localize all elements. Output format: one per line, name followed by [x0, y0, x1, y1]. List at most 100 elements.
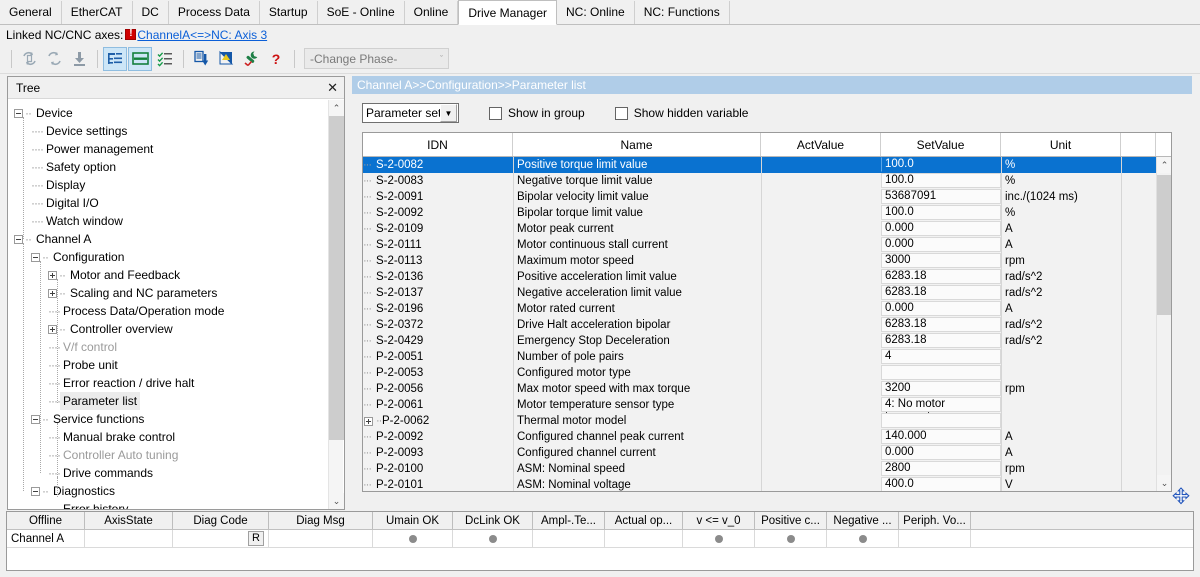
cell-setvalue[interactable]: 0.000	[881, 237, 1001, 253]
cell-setvalue[interactable]: 6283.18	[881, 333, 1001, 349]
collapse-icon[interactable]	[14, 108, 23, 118]
download-icon[interactable]	[67, 47, 91, 71]
table-row[interactable]: ··· P-2-0053 Configured motor type	[363, 365, 1171, 381]
cell-setvalue[interactable]	[881, 413, 1001, 429]
cell-setvalue[interactable]: 100.0	[881, 173, 1001, 189]
status-column-header[interactable]: Umain OK	[373, 512, 453, 529]
setvalue-input[interactable]: 400.0	[881, 477, 1001, 491]
status-column-header[interactable]: Positive c...	[755, 512, 827, 529]
cell-setvalue[interactable]: 100.0	[881, 157, 1001, 173]
tree-item-service-functions[interactable]: ·· Service functions	[14, 410, 344, 428]
status-column-header[interactable]: Ampl-.Te...	[533, 512, 605, 529]
table-row[interactable]: ··· S-2-0082 Positive torque limit value 10…	[363, 157, 1171, 173]
setvalue-input[interactable]: 100.0	[881, 205, 1001, 220]
table-row[interactable]: ··· S-2-0429 Emergency Stop Deceleration 62…	[363, 333, 1171, 349]
close-icon[interactable]: ✕	[327, 81, 338, 94]
checklist-view-icon[interactable]	[153, 47, 177, 71]
cell-setvalue[interactable]: 0.000	[881, 445, 1001, 461]
refresh-icon[interactable]	[42, 47, 66, 71]
column-header-name[interactable]: Name	[513, 133, 761, 156]
cell-setvalue[interactable]: 0.000	[881, 221, 1001, 237]
cell-setvalue[interactable]	[881, 365, 1001, 381]
table-row[interactable]: ··· S-2-0111 Motor continuous stall curren…	[363, 237, 1171, 253]
refresh-all-icon[interactable]	[17, 47, 41, 71]
table-row[interactable]: ··· P-2-0056 Max motor speed with max torq…	[363, 381, 1171, 397]
tab-general[interactable]: General	[0, 1, 62, 24]
scroll-up-icon[interactable]: ⌃	[1157, 157, 1171, 173]
tree-item-device-settings[interactable]: ···· Device settings	[14, 122, 344, 140]
setvalue-input[interactable]: 3000	[881, 253, 1001, 268]
table-row[interactable]: ··· S-2-0109 Motor peak current 0.000 A	[363, 221, 1171, 237]
tab-dc[interactable]: DC	[132, 1, 169, 24]
setvalue-input[interactable]: 100.0	[881, 157, 1001, 172]
export-list-icon[interactable]	[189, 47, 213, 71]
tab-online[interactable]: Online	[404, 1, 459, 24]
cell-setvalue[interactable]: 0.000	[881, 301, 1001, 317]
column-header-setvalue[interactable]: SetValue	[881, 133, 1001, 156]
setvalue-input[interactable]: 53687091	[881, 189, 1001, 204]
tree-view-icon[interactable]	[103, 46, 127, 71]
table-row[interactable]: ··· S-2-0372 Drive Halt acceleration bipol…	[363, 317, 1171, 333]
tab-ethercat[interactable]: EtherCAT	[61, 1, 133, 24]
setvalue-input[interactable]: 0.000	[881, 445, 1001, 460]
column-header-unit[interactable]: Unit	[1001, 133, 1121, 156]
cell-setvalue[interactable]: 6283.18	[881, 317, 1001, 333]
cell-setvalue[interactable]: 53687091	[881, 189, 1001, 205]
show-in-group-checkbox[interactable]: Show in group	[489, 106, 585, 120]
table-row[interactable]: ··· P-2-0093 Configured channel current 0.0…	[363, 445, 1171, 461]
tree-item-configuration[interactable]: ·· Configuration	[14, 248, 344, 266]
cell-setvalue[interactable]: 6283.18	[881, 269, 1001, 285]
expand-icon[interactable]	[48, 324, 57, 334]
table-row[interactable]: ··· S-2-0083 Negative torque limit value 10…	[363, 173, 1171, 189]
parameter-grid-scrollbar[interactable]: ⌃ ⌄	[1156, 157, 1171, 491]
collapse-icon[interactable]	[31, 414, 40, 424]
table-row[interactable]: ··· P-2-0051 Number of pole pairs 4	[363, 349, 1171, 365]
table-row[interactable]: ··· P-2-0100 ASM: Nominal speed 2800 rpm	[363, 461, 1171, 477]
diag-code-badge[interactable]: R	[248, 531, 264, 546]
scroll-down-icon[interactable]: ⌄	[1157, 475, 1171, 491]
table-row[interactable]: ··· S-2-0113 Maximum motor speed 3000 rpm	[363, 253, 1171, 269]
help-icon[interactable]: ?	[264, 47, 288, 71]
tab-process-data[interactable]: Process Data	[168, 1, 260, 24]
status-column-header[interactable]: AxisState	[85, 512, 173, 529]
cell-setvalue[interactable]: 100.0	[881, 205, 1001, 221]
scroll-down-icon[interactable]: ⌄	[329, 493, 344, 509]
table-row[interactable]: ·· P-2-0062 Thermal motor model	[363, 413, 1171, 429]
table-row[interactable]: ··· P-2-0101 ASM: Nominal voltage 400.0 V	[363, 477, 1171, 491]
cell-setvalue[interactable]: 3000	[881, 253, 1001, 269]
tree-item-digital-i-o[interactable]: ···· Digital I/O	[14, 194, 344, 212]
tree-item-safety-option[interactable]: ···· Safety option	[14, 158, 344, 176]
setvalue-input[interactable]: 6283.18	[881, 333, 1001, 348]
setvalue-input[interactable]: 0.000	[881, 237, 1001, 252]
collapse-icon[interactable]	[14, 234, 23, 244]
tree-item-controller-auto-tuning[interactable]: ···· Controller Auto tuning	[14, 446, 344, 464]
tree-item-watch-window[interactable]: ···· Watch window	[14, 212, 344, 230]
tree-item-scaling-and-nc-parameters[interactable]: ·· Scaling and NC parameters	[14, 284, 344, 302]
table-row[interactable]: ··· S-2-0137 Negative acceleration limit v…	[363, 285, 1171, 301]
column-header-idn[interactable]: IDN	[363, 133, 513, 156]
cell-setvalue[interactable]: 3200	[881, 381, 1001, 397]
setvalue-input[interactable]	[881, 413, 1001, 428]
setvalue-input[interactable]: 4	[881, 349, 1001, 364]
tree-item-diagnostics[interactable]: ·· Diagnostics	[14, 482, 344, 500]
split-view-icon[interactable]	[128, 46, 152, 71]
table-row[interactable]: ··· S-2-0092 Bipolar torque limit value 100…	[363, 205, 1171, 221]
cell-setvalue[interactable]: 4	[881, 349, 1001, 365]
status-column-header[interactable]: Periph. Vo...	[899, 512, 971, 529]
collapse-icon[interactable]	[31, 252, 40, 262]
show-hidden-variable-checkbox[interactable]: Show hidden variable	[614, 106, 748, 120]
tree-item-parameter-list[interactable]: ···· Parameter list	[14, 392, 344, 410]
collapse-icon[interactable]	[31, 486, 40, 496]
expand-icon[interactable]	[364, 416, 373, 426]
setvalue-input[interactable]: 0.000	[881, 301, 1001, 316]
linked-axes-link[interactable]: ChannelA<=>NC: Axis 3	[137, 28, 267, 42]
table-row[interactable]: ··· S-2-0136 Positive acceleration limit v…	[363, 269, 1171, 285]
cell-setvalue[interactable]: 400.0	[881, 477, 1001, 491]
tab-soe-online[interactable]: SoE - Online	[317, 1, 405, 24]
status-column-header[interactable]: Negative ...	[827, 512, 899, 529]
status-column-header[interactable]: Diag Code	[173, 512, 269, 529]
tree-scrollbar[interactable]: ⌃ ⌄	[328, 100, 344, 509]
setvalue-input[interactable]: 2800	[881, 461, 1001, 476]
tree-item-drive-commands[interactable]: ···· Drive commands	[14, 464, 344, 482]
status-column-header[interactable]: v <= v_0	[683, 512, 755, 529]
